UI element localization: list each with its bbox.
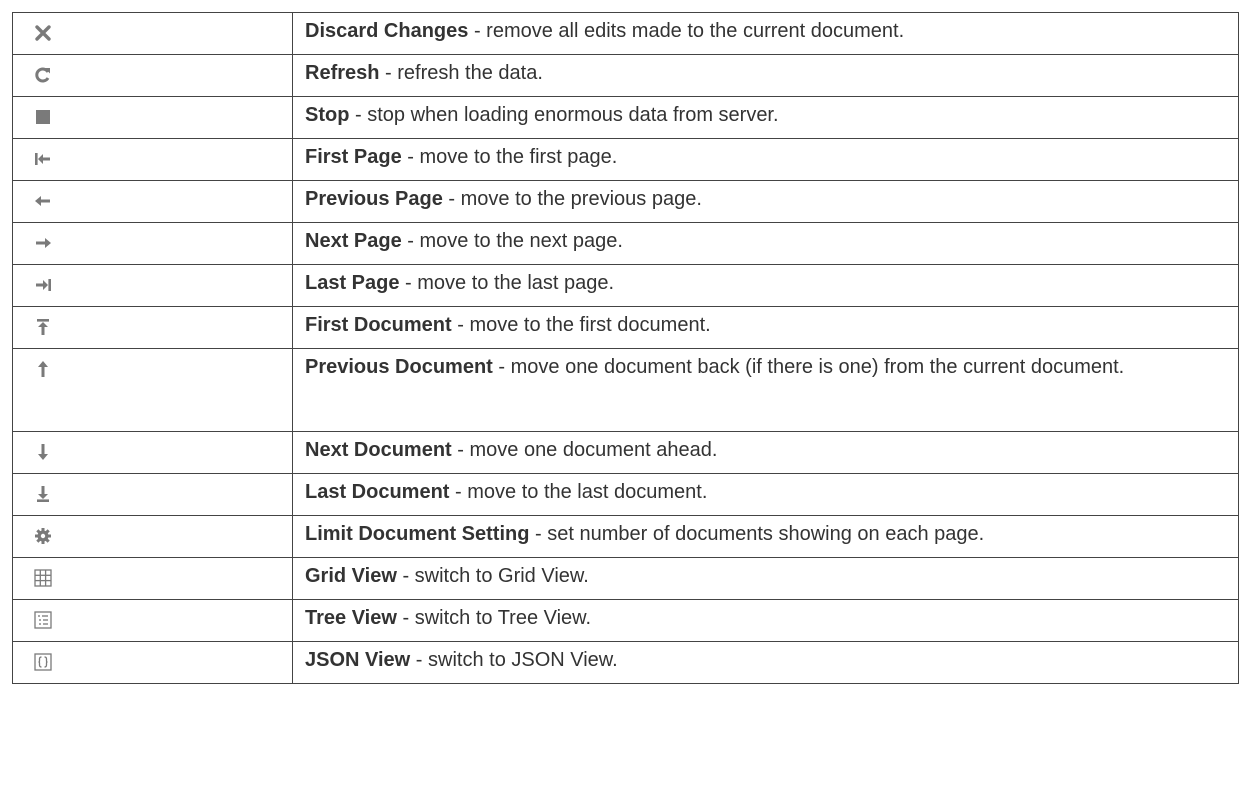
icon-cell — [12, 473, 293, 516]
previous-document-icon — [33, 359, 53, 379]
feature-description: - move to the last page. — [399, 272, 615, 294]
first-document-icon — [33, 317, 53, 337]
feature-name: Refresh — [305, 62, 380, 84]
table-row: Previous Document - move one document ba… — [12, 348, 1239, 432]
table-row: Refresh - refresh the data. — [12, 54, 1239, 97]
feature-name: Last Document — [305, 481, 450, 503]
feature-description: - switch to JSON View. — [410, 649, 618, 671]
feature-description: - move one document back (if there is on… — [492, 356, 1125, 378]
icon-cell — [12, 138, 293, 181]
feature-description: - switch to Grid View. — [396, 565, 589, 587]
last-document-icon — [33, 484, 53, 504]
tree-view-icon — [33, 610, 53, 630]
feature-name: Previous Document — [305, 356, 493, 378]
feature-description: - refresh the data. — [379, 62, 543, 84]
description-cell: First Page - move to the first page. — [292, 138, 1239, 181]
icon-cell — [12, 599, 293, 642]
description-cell: Last Document - move to the last documen… — [292, 473, 1239, 516]
first-page-icon — [33, 149, 53, 169]
feature-name: JSON View — [305, 649, 411, 671]
table-row: Discard Changes - remove all edits made … — [12, 12, 1239, 55]
feature-name: First Document — [305, 314, 452, 336]
description-cell: Previous Page - move to the previous pag… — [292, 180, 1239, 223]
icon-cell — [12, 515, 293, 558]
feature-name: Previous Page — [305, 188, 443, 210]
feature-description: - switch to Tree View. — [396, 607, 592, 629]
icon-cell — [12, 557, 293, 600]
icon-cell — [12, 306, 293, 349]
table-row: Previous Page - move to the previous pag… — [12, 180, 1239, 223]
table-row: JSON View - switch to JSON View. — [12, 641, 1239, 684]
icon-cell — [12, 264, 293, 307]
icon-cell — [12, 348, 293, 432]
toolbar-reference-table: Discard Changes - remove all edits made … — [12, 12, 1239, 684]
refresh-icon — [33, 65, 53, 85]
table-row: Tree View - switch to Tree View. — [12, 599, 1239, 642]
table-row: First Page - move to the first page. — [12, 138, 1239, 181]
next-document-icon — [33, 442, 53, 462]
stop-icon — [33, 107, 53, 127]
feature-description: - move to the first document. — [451, 314, 711, 336]
description-cell: JSON View - switch to JSON View. — [292, 641, 1239, 684]
icon-cell — [12, 222, 293, 265]
feature-name: Tree View — [305, 607, 397, 629]
description-cell: Stop - stop when loading enormous data f… — [292, 96, 1239, 139]
feature-description: - move to the first page. — [401, 146, 618, 168]
table-row: Limit Document Setting - set number of d… — [12, 515, 1239, 558]
gear-icon — [33, 526, 53, 546]
icon-cell — [12, 54, 293, 97]
description-cell: Next Document - move one document ahead. — [292, 431, 1239, 474]
feature-description: - remove all edits made to the current d… — [468, 20, 905, 42]
feature-name: Grid View — [305, 565, 397, 587]
table-row: Stop - stop when loading enormous data f… — [12, 96, 1239, 139]
close-icon — [33, 23, 53, 43]
feature-name: Last Page — [305, 272, 400, 294]
feature-name: Next Document — [305, 439, 452, 461]
description-cell: Limit Document Setting - set number of d… — [292, 515, 1239, 558]
description-cell: Refresh - refresh the data. — [292, 54, 1239, 97]
icon-cell — [12, 431, 293, 474]
table-row: Next Page - move to the next page. — [12, 222, 1239, 265]
last-page-icon — [33, 275, 53, 295]
icon-cell — [12, 180, 293, 223]
icon-cell — [12, 12, 293, 55]
feature-name: Next Page — [305, 230, 402, 252]
feature-description: - move to the last document. — [449, 481, 708, 503]
description-cell: Last Page - move to the last page. — [292, 264, 1239, 307]
next-page-icon — [33, 233, 53, 253]
grid-view-icon — [33, 568, 53, 588]
feature-description: - move to the previous page. — [442, 188, 702, 210]
feature-description: - move one document ahead. — [451, 439, 718, 461]
description-cell: Tree View - switch to Tree View. — [292, 599, 1239, 642]
feature-name: Discard Changes — [305, 20, 469, 42]
table-row: Next Document - move one document ahead. — [12, 431, 1239, 474]
description-cell: Previous Document - move one document ba… — [292, 348, 1239, 432]
previous-page-icon — [33, 191, 53, 211]
icon-cell — [12, 96, 293, 139]
table-row: Last Page - move to the last page. — [12, 264, 1239, 307]
description-cell: First Document - move to the first docum… — [292, 306, 1239, 349]
feature-description: - move to the next page. — [401, 230, 623, 252]
feature-description: - set number of documents showing on eac… — [529, 523, 985, 545]
description-cell: Grid View - switch to Grid View. — [292, 557, 1239, 600]
description-cell: Discard Changes - remove all edits made … — [292, 12, 1239, 55]
table-row: Grid View - switch to Grid View. — [12, 557, 1239, 600]
description-cell: Next Page - move to the next page. — [292, 222, 1239, 265]
table-row: First Document - move to the first docum… — [12, 306, 1239, 349]
icon-cell — [12, 641, 293, 684]
feature-name: Limit Document Setting — [305, 523, 530, 545]
feature-name: First Page — [305, 146, 402, 168]
table-row: Last Document - move to the last documen… — [12, 473, 1239, 516]
json-view-icon — [33, 652, 53, 672]
feature-name: Stop — [305, 104, 350, 126]
feature-description: - stop when loading enormous data from s… — [349, 104, 779, 126]
